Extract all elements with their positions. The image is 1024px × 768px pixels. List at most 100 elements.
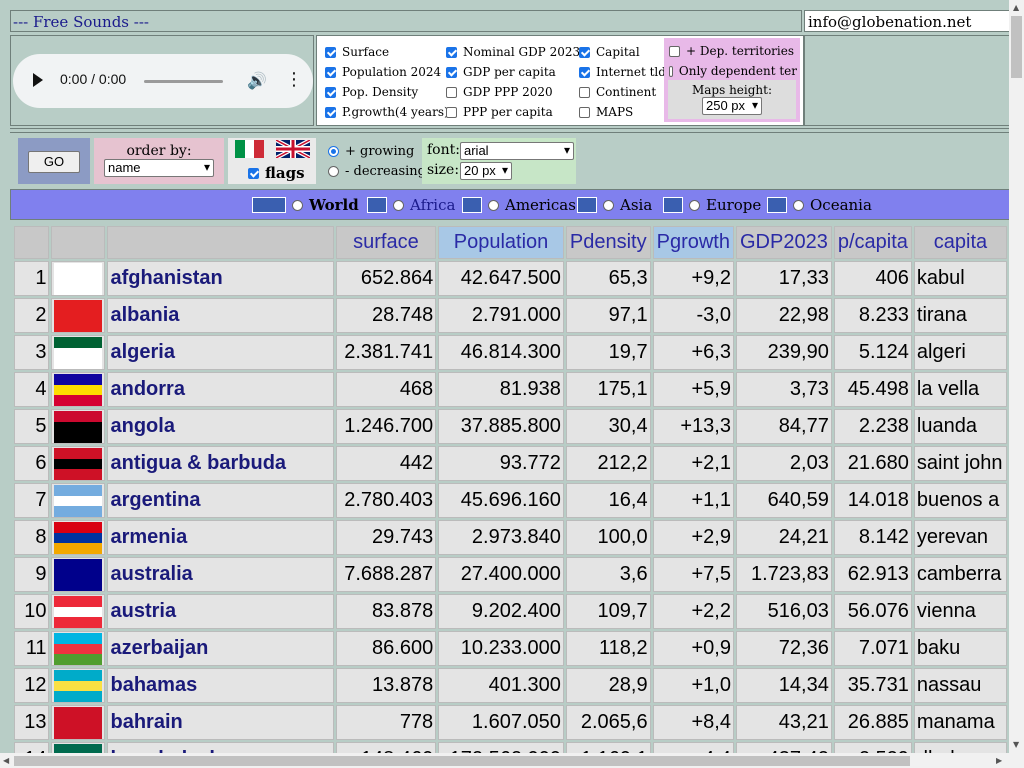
table-row: 6 antigua & barbuda 442 93.772 212,2 +2,1 2,03… (14, 446, 1007, 481)
option-col1-1[interactable]: Population 2024 (325, 65, 441, 79)
growing-radio[interactable] (328, 146, 339, 157)
dep-territories-checkbox[interactable] (669, 45, 680, 57)
country-name-link[interactable]: bahrain (107, 705, 334, 740)
decreasing-radio[interactable] (328, 166, 339, 177)
only-dependent-option[interactable]: Only dependent ter (669, 64, 797, 78)
option-col3-3[interactable]: MAPS (579, 105, 633, 119)
vertical-scroll-thumb[interactable] (1011, 16, 1022, 78)
option-col1-3[interactable]: P.growth(4 years) (325, 105, 449, 119)
region-world[interactable]: World (252, 196, 359, 214)
country-name-link[interactable]: argentina (107, 483, 334, 518)
go-button[interactable]: GO (28, 151, 80, 173)
country-name-link[interactable]: andorra (107, 372, 334, 407)
region-asia[interactable]: Asia (577, 196, 652, 214)
option-checkbox[interactable] (579, 106, 590, 118)
order-by-select[interactable]: name (104, 159, 214, 177)
scroll-right-icon[interactable]: ▶ (996, 756, 1002, 765)
region-europe-radio[interactable] (689, 199, 700, 211)
horizontal-scrollbar[interactable]: ◀ ▶ (0, 753, 1009, 768)
option-checkbox[interactable] (325, 86, 336, 98)
country-name-link[interactable]: australia (107, 557, 334, 592)
option-label: GDP per capita (463, 65, 556, 79)
country-name-link[interactable]: austria (107, 594, 334, 629)
only-dependent-checkbox[interactable] (669, 65, 673, 77)
cell-surface: 148.460 (335, 742, 437, 753)
audio-progress-track[interactable] (144, 80, 223, 83)
right-empty-cell (804, 35, 1009, 126)
option-col2-1[interactable]: GDP per capita (446, 65, 556, 79)
option-checkbox[interactable] (446, 66, 457, 78)
option-checkbox[interactable] (446, 86, 457, 98)
dep-territories-option[interactable]: + Dep. territories (669, 44, 794, 58)
header-capital[interactable]: capita (913, 226, 1007, 259)
cell-capital: baku (913, 631, 1007, 666)
audio-player[interactable]: 0:00 / 0:00 🔊 ⋮ (13, 54, 313, 108)
contact-email[interactable]: info@globenation.net (804, 10, 1009, 32)
country-name-link[interactable]: algeria (107, 335, 334, 370)
country-name-link[interactable]: bangladesh (107, 742, 334, 753)
option-col3-1[interactable]: Internet tld (579, 65, 666, 79)
decreasing-option[interactable]: - decreasing (328, 164, 426, 179)
option-checkbox[interactable] (579, 66, 590, 78)
country-name-link[interactable]: bahamas (107, 668, 334, 703)
region-americas[interactable]: Americas (462, 196, 576, 214)
scroll-down-icon[interactable]: ▼ (1013, 740, 1019, 749)
header-density[interactable]: Pdensity (565, 226, 651, 259)
header-per-capita[interactable]: p/capita (833, 226, 912, 259)
header-surface[interactable]: surface (335, 226, 437, 259)
country-name-link[interactable]: afghanistan (107, 261, 334, 296)
header-growth[interactable]: Pgrowth (652, 226, 734, 259)
flags-option[interactable]: flags (248, 164, 305, 182)
country-name-link[interactable]: azerbaijan (107, 631, 334, 666)
option-col2-2[interactable]: GDP PPP 2020 (446, 85, 553, 99)
region-asia-label: Asia (620, 196, 653, 214)
region-europe[interactable]: Europe (663, 196, 761, 214)
country-flag-icon (54, 632, 103, 665)
country-name-link[interactable]: albania (107, 298, 334, 333)
header-gdp[interactable]: GDP2023 (735, 226, 832, 259)
size-select[interactable]: 20 px (460, 162, 512, 180)
region-asia-radio[interactable] (603, 199, 614, 211)
option-checkbox[interactable] (325, 106, 336, 118)
option-checkbox[interactable] (325, 46, 336, 58)
scroll-left-icon[interactable]: ◀ (3, 756, 9, 765)
region-filter-bar: World Africa Americas Asia Europe Oceani… (10, 189, 1009, 220)
region-africa-radio[interactable] (393, 199, 404, 211)
region-world-radio[interactable] (292, 199, 303, 211)
more-options-icon[interactable]: ⋮ (285, 69, 303, 90)
horizontal-scroll-thumb[interactable] (14, 756, 910, 766)
asia-map-icon (577, 197, 597, 213)
scroll-up-icon[interactable]: ▲ (1013, 3, 1019, 12)
flags-checkbox[interactable] (248, 167, 259, 179)
region-oceania[interactable]: Oceania (767, 196, 872, 214)
option-col3-0[interactable]: Capital (579, 45, 640, 59)
region-oceania-radio[interactable] (793, 199, 804, 211)
maps-height-select[interactable]: 250 px (702, 97, 762, 115)
option-col1-2[interactable]: Pop. Density (325, 85, 418, 99)
option-col2-0[interactable]: Nominal GDP 2023 (446, 45, 580, 59)
option-checkbox[interactable] (579, 46, 590, 58)
cell-growth: +1,1 (652, 483, 734, 518)
option-col1-0[interactable]: Surface (325, 45, 389, 59)
region-americas-radio[interactable] (488, 199, 499, 211)
font-select[interactable]: arial (460, 142, 574, 160)
country-flag-icon (54, 743, 103, 753)
growing-option[interactable]: + growing (328, 144, 414, 159)
country-name-link[interactable]: angola (107, 409, 334, 444)
option-checkbox[interactable] (579, 86, 590, 98)
country-name-link[interactable]: antigua & barbuda (107, 446, 334, 481)
option-col3-2[interactable]: Continent (579, 85, 656, 99)
italian-flag-icon[interactable] (235, 140, 264, 158)
vertical-scrollbar[interactable]: ▲ ▼ (1009, 0, 1024, 768)
volume-icon[interactable]: 🔊 (247, 71, 267, 90)
play-icon[interactable] (33, 73, 43, 87)
option-checkbox[interactable] (325, 66, 336, 78)
region-africa[interactable]: Africa (367, 196, 455, 214)
option-col2-3[interactable]: PPP per capita (446, 105, 553, 119)
uk-flag-icon[interactable] (276, 140, 310, 158)
option-checkbox[interactable] (446, 46, 457, 58)
country-name-link[interactable]: armenia (107, 520, 334, 555)
option-checkbox[interactable] (446, 106, 457, 118)
maps-height-box: Maps height: 250 px (668, 80, 796, 119)
header-population[interactable]: Population (438, 226, 564, 259)
